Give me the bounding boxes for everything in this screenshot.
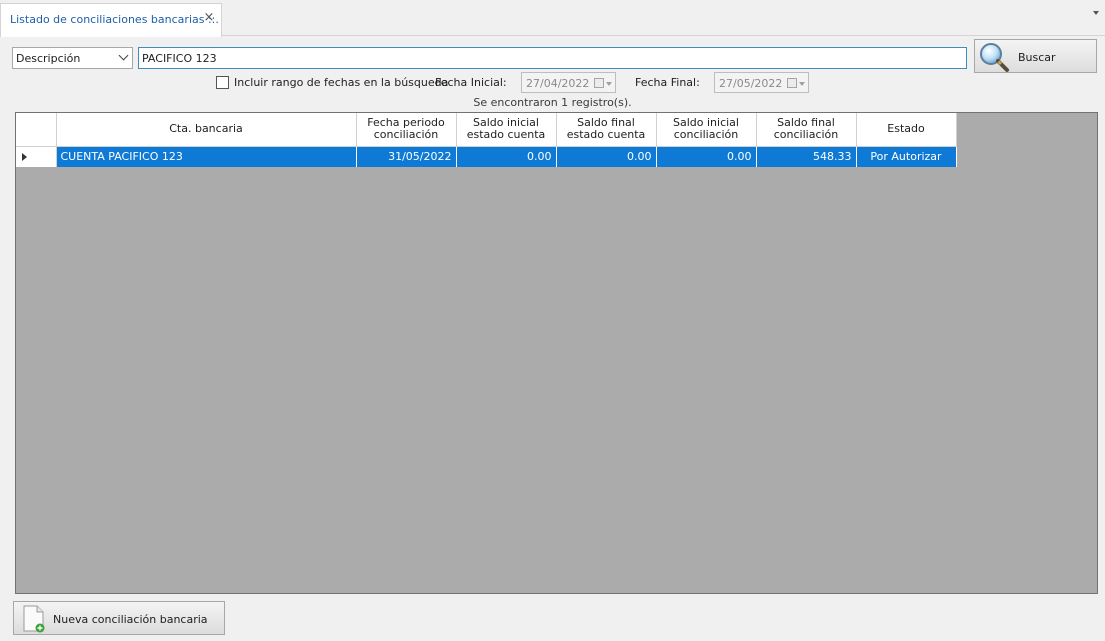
cell-period-date[interactable]: 31/05/2022 bbox=[356, 146, 457, 167]
cell-initial-statement[interactable]: 0.00 bbox=[456, 146, 557, 167]
cell-initial-conciliation[interactable]: 0.00 bbox=[656, 146, 757, 167]
new-reconciliation-button-label: Nueva conciliación bancaria bbox=[53, 613, 208, 626]
tab-strip: Listado de conciliaciones bancarias ::. … bbox=[0, 0, 1105, 37]
cell-state[interactable]: Por Autorizar bbox=[856, 146, 957, 167]
date-range-checkbox[interactable] bbox=[216, 76, 229, 89]
end-date-label: Fecha Final: bbox=[635, 76, 700, 89]
table-row[interactable]: CUENTA PACIFICO 123 31/05/2022 0.00 0.00… bbox=[16, 146, 957, 167]
column-header-account[interactable]: Cta. bancaria bbox=[56, 113, 357, 147]
chevron-down-icon bbox=[799, 82, 805, 86]
reconciliation-table: Cta. bancaria Fecha periodo conciliación… bbox=[16, 113, 957, 167]
calendar-icon bbox=[787, 78, 797, 88]
results-count-text: Se encontraron 1 registro(s). bbox=[473, 96, 632, 109]
chevron-down-icon bbox=[118, 50, 129, 61]
close-icon[interactable]: × bbox=[202, 11, 216, 25]
row-selector[interactable] bbox=[16, 146, 57, 167]
column-header-initial-conciliation[interactable]: Saldo inicial conciliación bbox=[656, 113, 757, 147]
date-range-checkbox-label: Incluir rango de fechas en la búsqueda bbox=[234, 76, 449, 89]
tab-label: Listado de conciliaciones bancarias ::. bbox=[10, 13, 219, 26]
cell-final-statement[interactable]: 0.00 bbox=[556, 146, 657, 167]
tab-listado-conciliaciones[interactable]: Listado de conciliaciones bancarias ::. … bbox=[0, 3, 222, 37]
row-indicator-arrow-icon bbox=[22, 152, 27, 161]
tab-overflow-arrow-icon[interactable] bbox=[1093, 11, 1099, 15]
end-date-value: 27/05/2022 bbox=[719, 77, 783, 90]
search-input[interactable] bbox=[138, 47, 967, 69]
row-header-corner bbox=[16, 113, 57, 147]
column-header-final-conciliation[interactable]: Saldo final conciliación bbox=[756, 113, 857, 147]
search-button[interactable]: Buscar bbox=[974, 39, 1097, 73]
table-header-row: Cta. bancaria Fecha periodo conciliación… bbox=[16, 113, 957, 147]
magnifier-icon bbox=[980, 43, 1009, 72]
reconciliation-grid[interactable]: Cta. bancaria Fecha periodo conciliación… bbox=[15, 112, 1098, 594]
new-document-icon bbox=[23, 605, 45, 633]
start-date-value: 27/04/2022 bbox=[526, 77, 590, 90]
search-field-select-value: Descripción bbox=[16, 52, 81, 65]
new-reconciliation-button[interactable]: Nueva conciliación bancaria bbox=[13, 601, 225, 635]
search-button-label: Buscar bbox=[1018, 51, 1056, 64]
cell-final-conciliation[interactable]: 548.33 bbox=[756, 146, 857, 167]
main-content: Descripción Buscar Incluir rango de fech… bbox=[0, 37, 1105, 641]
chevron-down-icon bbox=[606, 82, 612, 86]
end-date-picker[interactable]: 27/05/2022 bbox=[714, 72, 809, 93]
start-date-label: Fecha Inicial: bbox=[435, 76, 507, 89]
column-header-final-statement[interactable]: Saldo final estado cuenta bbox=[556, 113, 657, 147]
cell-account[interactable]: CUENTA PACIFICO 123 bbox=[56, 146, 357, 167]
column-header-initial-statement[interactable]: Saldo inicial estado cuenta bbox=[456, 113, 557, 147]
search-field-select[interactable]: Descripción bbox=[12, 47, 133, 69]
column-header-state[interactable]: Estado bbox=[856, 113, 957, 147]
column-header-period-date[interactable]: Fecha periodo conciliación bbox=[356, 113, 457, 147]
start-date-picker[interactable]: 27/04/2022 bbox=[521, 72, 616, 93]
calendar-icon bbox=[594, 78, 604, 88]
